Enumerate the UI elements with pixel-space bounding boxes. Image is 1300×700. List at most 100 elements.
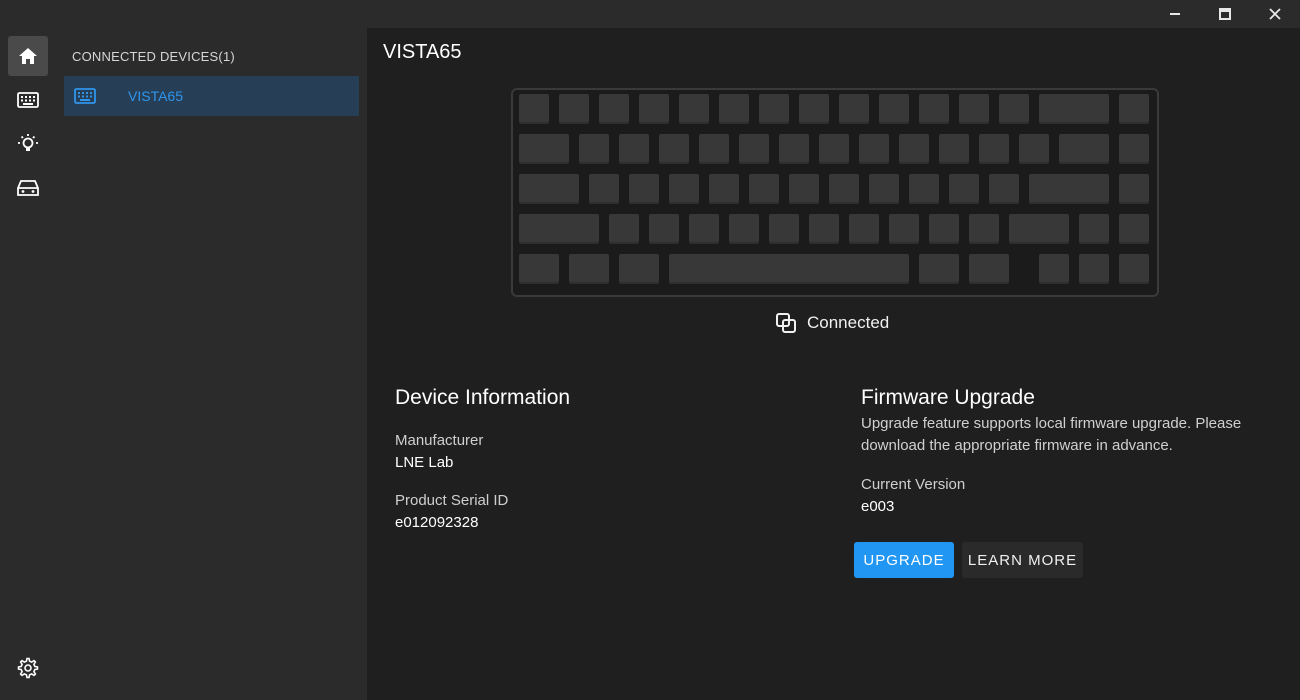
keycap bbox=[929, 214, 959, 244]
keycap bbox=[619, 134, 649, 164]
firmware-title: Firmware Upgrade bbox=[861, 386, 1035, 409]
keycap bbox=[849, 214, 879, 244]
keycap bbox=[589, 174, 619, 204]
learn-more-button[interactable]: LEARN MORE bbox=[962, 542, 1083, 578]
minimize-button[interactable] bbox=[1150, 0, 1200, 28]
keycap bbox=[669, 254, 909, 284]
keycap bbox=[639, 94, 669, 124]
version-value: e003 bbox=[861, 498, 895, 515]
keycap bbox=[749, 174, 779, 204]
settings-button[interactable] bbox=[8, 648, 48, 688]
keycap bbox=[999, 94, 1029, 124]
serial-value: e012092328 bbox=[395, 514, 479, 531]
keycap bbox=[919, 254, 959, 284]
maximize-button[interactable] bbox=[1200, 0, 1250, 28]
keycap bbox=[989, 174, 1019, 204]
drive-icon bbox=[17, 180, 39, 196]
keycap bbox=[689, 214, 719, 244]
nav-keyboard-button[interactable] bbox=[8, 80, 48, 120]
main-content: VISTA65 Connected Device Information Man… bbox=[367, 28, 1300, 700]
maximize-icon bbox=[1219, 8, 1231, 20]
keycap bbox=[1059, 134, 1109, 164]
keycap bbox=[879, 94, 909, 124]
keycap bbox=[1039, 254, 1069, 284]
keyboard-icon bbox=[74, 88, 96, 104]
nav-rail bbox=[0, 28, 56, 700]
keycap bbox=[959, 94, 989, 124]
nav-home-button[interactable] bbox=[8, 36, 48, 76]
connection-status: Connected bbox=[775, 312, 889, 334]
keycap bbox=[739, 134, 769, 164]
keycap bbox=[699, 134, 729, 164]
keycap bbox=[979, 134, 1009, 164]
keycap bbox=[559, 94, 589, 124]
keycap bbox=[779, 134, 809, 164]
lightbulb-icon bbox=[18, 134, 38, 151]
keycap bbox=[519, 214, 599, 244]
connected-devices-header: CONNECTED DEVICES(1) bbox=[72, 49, 235, 64]
nav-lighting-button[interactable] bbox=[8, 124, 48, 164]
keycap bbox=[579, 134, 609, 164]
manufacturer-value: LNE Lab bbox=[395, 454, 454, 471]
version-label: Current Version bbox=[861, 476, 966, 493]
keycap bbox=[869, 174, 899, 204]
keyboard-preview bbox=[511, 88, 1159, 297]
gear-icon bbox=[17, 657, 39, 679]
keycap bbox=[729, 214, 759, 244]
keycap bbox=[1119, 254, 1149, 284]
keycap bbox=[909, 174, 939, 204]
page-title: VISTA65 bbox=[383, 41, 462, 63]
keycap bbox=[1079, 214, 1109, 244]
device-panel: CONNECTED DEVICES(1) VISTA65 bbox=[56, 28, 367, 700]
keycap bbox=[599, 94, 629, 124]
keycap bbox=[839, 94, 869, 124]
serial-label: Product Serial ID bbox=[395, 492, 509, 509]
keycap bbox=[939, 134, 969, 164]
nav-storage-button[interactable] bbox=[8, 168, 48, 208]
title-bar bbox=[0, 0, 1300, 28]
keycap bbox=[629, 174, 659, 204]
keycap bbox=[649, 214, 679, 244]
keycap bbox=[969, 214, 999, 244]
home-icon bbox=[19, 48, 37, 64]
keycap bbox=[1029, 174, 1109, 204]
keycap bbox=[619, 254, 659, 284]
keycap bbox=[1009, 214, 1069, 244]
keycap bbox=[799, 94, 829, 124]
keycap bbox=[1119, 174, 1149, 204]
keycap bbox=[859, 134, 889, 164]
keycap bbox=[889, 214, 919, 244]
upgrade-button[interactable]: UPGRADE bbox=[854, 542, 954, 578]
keycap bbox=[819, 134, 849, 164]
keycap bbox=[659, 134, 689, 164]
device-info-title: Device Information bbox=[395, 386, 571, 409]
keycap bbox=[719, 94, 749, 124]
keycap bbox=[759, 94, 789, 124]
keycap bbox=[609, 214, 639, 244]
minimize-icon bbox=[1170, 13, 1180, 15]
connection-status-text: Connected bbox=[807, 313, 890, 332]
keycap bbox=[1119, 134, 1149, 164]
keycap bbox=[709, 174, 739, 204]
link-icon bbox=[776, 313, 796, 333]
keycap bbox=[919, 94, 949, 124]
keycap bbox=[569, 254, 609, 284]
keycap bbox=[949, 174, 979, 204]
keycap bbox=[809, 214, 839, 244]
keycap bbox=[1039, 94, 1109, 124]
keycap bbox=[829, 174, 859, 204]
keycap bbox=[519, 254, 559, 284]
firmware-description: Upgrade feature supports local firmware … bbox=[861, 415, 1242, 454]
manufacturer-label: Manufacturer bbox=[395, 432, 484, 449]
keycap bbox=[1119, 214, 1149, 244]
device-item-vista65[interactable]: VISTA65 bbox=[64, 76, 359, 116]
keycap bbox=[1119, 94, 1149, 124]
keycap bbox=[969, 254, 1009, 284]
keycap bbox=[789, 174, 819, 204]
keycap bbox=[679, 94, 709, 124]
keycap bbox=[1019, 134, 1049, 164]
close-button[interactable] bbox=[1250, 0, 1300, 28]
close-icon bbox=[1269, 8, 1281, 20]
keycap bbox=[769, 214, 799, 244]
keycap bbox=[519, 174, 579, 204]
